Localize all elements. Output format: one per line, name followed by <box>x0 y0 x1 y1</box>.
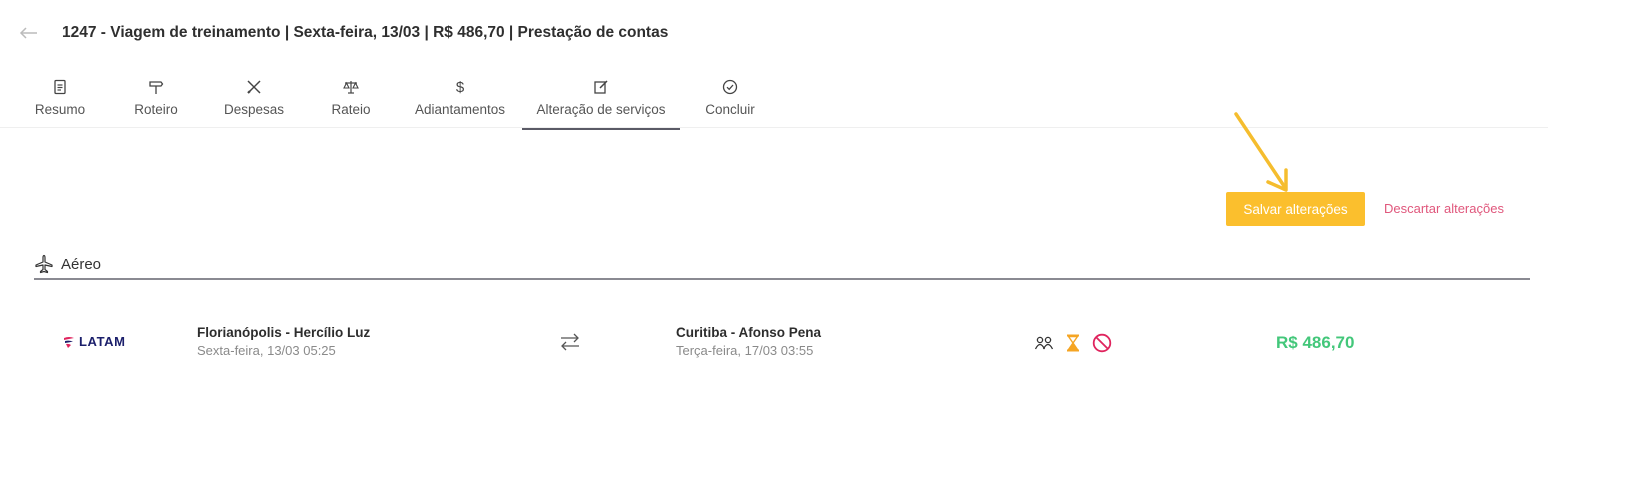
section-title: Aéreo <box>61 256 102 273</box>
origin-info: Florianópolis - Hercílio Luz Sexta-feira… <box>197 325 370 358</box>
tab-despesas[interactable]: Despesas <box>218 74 290 128</box>
section-header: Aéreo <box>34 252 1530 280</box>
tab-roteiro[interactable]: Roteiro <box>128 74 184 128</box>
latam-logo-icon <box>64 336 74 348</box>
scale-icon <box>343 76 359 98</box>
edit-icon <box>593 76 609 98</box>
flight-row[interactable]: LATAM Florianópolis - Hercílio Luz Sexta… <box>34 312 1530 376</box>
hourglass-icon[interactable] <box>1066 334 1080 352</box>
origin-name: Florianópolis - Hercílio Luz <box>197 325 371 340</box>
passengers-icon[interactable] <box>1034 336 1054 350</box>
flight-price: R$ 486,70 <box>1276 333 1355 352</box>
tab-label: Roteiro <box>134 102 178 117</box>
back-button[interactable] <box>18 22 40 44</box>
tab-adiantamentos[interactable]: $ Adiantamentos <box>406 74 514 128</box>
destination-name: Curitiba - Afonso Pena <box>676 325 822 340</box>
tab-label: Despesas <box>223 102 285 117</box>
tab-label: Adiantamentos <box>414 102 506 117</box>
dollar-icon: $ <box>453 76 467 98</box>
status-icons <box>1034 333 1124 353</box>
arrow-left-icon <box>19 27 37 39</box>
tab-label: Resumo <box>34 102 86 117</box>
tabs-divider <box>0 127 1548 128</box>
destination-info: Curitiba - Afonso Pena Terça-feira, 17/0… <box>676 325 821 358</box>
airplane-icon <box>35 254 53 274</box>
airline-name: LATAM <box>79 334 126 349</box>
signpost-icon <box>148 76 164 98</box>
check-circle-icon <box>722 76 738 98</box>
discard-changes-link[interactable]: Descartar alterações <box>1384 201 1504 216</box>
save-changes-button[interactable]: Salvar alterações <box>1226 192 1365 226</box>
document-icon <box>52 76 68 98</box>
annotation-arrow-icon <box>1234 112 1288 192</box>
origin-time: Sexta-feira, 13/03 05:25 <box>197 343 336 358</box>
blocked-icon[interactable] <box>1092 333 1112 353</box>
page-title: 1247 - Viagem de treinamento | Sexta-fei… <box>62 24 669 41</box>
tab-concluir[interactable]: Concluir <box>700 74 760 128</box>
svg-text:$: $ <box>456 79 465 95</box>
round-trip-icon <box>561 333 579 351</box>
airline-logo: LATAM <box>62 334 126 349</box>
tab-label: Rateio <box>331 102 371 117</box>
tab-label: Concluir <box>705 102 755 117</box>
tab-rateio[interactable]: Rateio <box>326 74 376 128</box>
tab-resumo[interactable]: Resumo <box>28 74 92 128</box>
cutlery-icon <box>246 76 262 98</box>
tab-alteracao-servicos[interactable]: Alteração de serviços <box>522 74 680 130</box>
destination-time: Terça-feira, 17/03 03:55 <box>676 343 814 358</box>
tab-label: Alteração de serviços <box>536 102 666 117</box>
